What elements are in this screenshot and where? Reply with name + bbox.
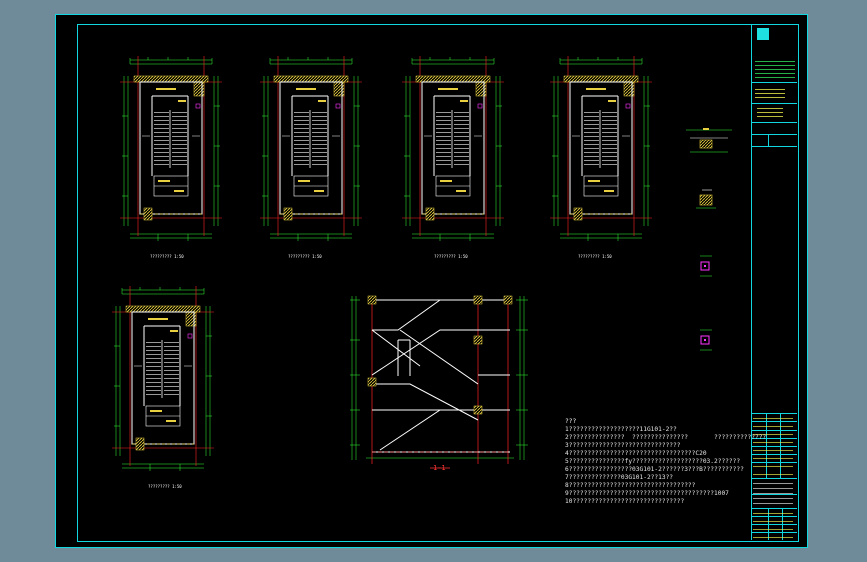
note-line: 7??????????????03G101-2??13??: [565, 474, 674, 482]
note-line: 8??????????????????????????????????: [565, 482, 696, 490]
plan-caption: ????????? 1:50: [578, 254, 612, 259]
plan-caption: ????????? 1:50: [150, 254, 184, 259]
note-line: 9???????????????????????????????????????…: [565, 490, 729, 498]
note-line: 6?????????????????03G101-2??????3???B???…: [565, 466, 744, 474]
stair-plan-2: [259, 55, 363, 242]
beam-detail-2: [696, 189, 716, 209]
stair-plan-1: [119, 55, 223, 242]
stair-section-1-1: [350, 295, 528, 469]
note-line: 2??????????????? ??????????????? ???????…: [565, 434, 767, 442]
stair-plan-3: [401, 55, 505, 242]
note-line: 4??????????????????????????????????C20: [565, 450, 707, 458]
note-line: 10??????????????????????????????: [565, 498, 685, 506]
column-detail-1: [700, 255, 712, 277]
plan-caption: ????????? 1:50: [288, 254, 322, 259]
stair-plan-4: [549, 55, 653, 242]
note-line: 3??????????????????????????????: [565, 442, 681, 450]
plan-caption: ????????? 1:50: [148, 484, 182, 489]
column-detail-2: [700, 329, 712, 351]
note-line: 5???????????????fy???????????????????03.…: [565, 458, 741, 466]
general-notes: ??? 1???????????????????11G101-2?? 2????…: [565, 418, 766, 507]
section-label: 1-1: [433, 464, 446, 472]
note-line: 1???????????????????11G101-2??: [565, 426, 677, 434]
beam-detail-1: [686, 128, 732, 153]
plan-caption: ????????? 1:50: [434, 254, 468, 259]
stair-plan-5: [111, 285, 215, 472]
notes-heading: ???: [565, 418, 577, 425]
